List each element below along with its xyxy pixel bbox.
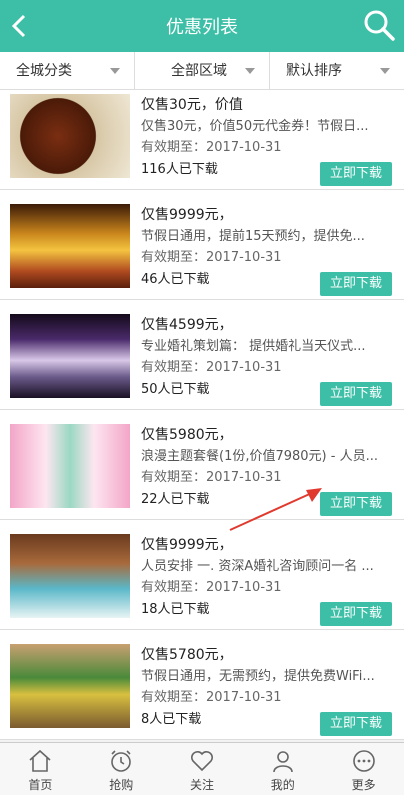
- bottom-tab-bar: 首页 抢购 关注 我的 更多: [0, 742, 404, 795]
- item-thumbnail: [10, 204, 130, 288]
- filter-bar: 全城分类 全部区域 默认排序: [0, 52, 404, 90]
- item-description: 专业婚礼策划篇： 提供婚礼当天仪式...: [141, 339, 366, 354]
- item-download-count: 46人已下载: [141, 272, 210, 287]
- filter-sort-label: 默认排序: [286, 63, 342, 79]
- item-expiry: 有效期至：2017-10-31: [141, 360, 282, 375]
- download-button[interactable]: 立即下载: [320, 162, 392, 186]
- item-description: 仅售30元，价值50元代金券！节假日...: [141, 119, 369, 134]
- download-button[interactable]: 立即下载: [320, 712, 392, 736]
- item-expiry: 有效期至：2017-10-31: [141, 690, 282, 705]
- user-icon: [272, 751, 293, 773]
- header-bar: 优惠列表: [0, 0, 404, 52]
- item-description: 节假日通用，无需预约，提供免费WiFi...: [141, 669, 375, 684]
- chevron-down-icon: [245, 68, 255, 74]
- list-item[interactable]: 仅售5780元， 节假日通用，无需预约，提供免费WiFi... 有效期至：201…: [0, 630, 404, 740]
- alarm-clock-icon: [111, 750, 131, 772]
- filter-area[interactable]: 全部区域: [135, 52, 270, 89]
- page-title: 优惠列表: [166, 17, 238, 38]
- list-item[interactable]: 仅售5980元， 浪漫主题套餐(1份,价值7980元) - 人员... 有效期至…: [0, 410, 404, 520]
- item-thumbnail: [10, 314, 130, 398]
- list-item[interactable]: 仅售9999元， 节假日通用，提前15天预约，提供免... 有效期至：2017-…: [0, 190, 404, 300]
- item-price-title: 仅售4599元，: [141, 317, 233, 333]
- item-price-title: 仅售9999元，: [141, 537, 233, 553]
- download-button[interactable]: 立即下载: [320, 492, 392, 516]
- chevron-down-icon: [110, 68, 120, 74]
- list-item[interactable]: 仅售9999元， 人员安排 一. 资深A婚礼咨询顾问一名 ... 有效期至：20…: [0, 520, 404, 630]
- tab-mine-label: 我的: [270, 778, 295, 792]
- tab-home[interactable]: 首页: [0, 743, 81, 795]
- download-button[interactable]: 立即下载: [320, 602, 392, 626]
- item-thumbnail: [10, 94, 130, 178]
- chevron-down-icon: [380, 68, 390, 74]
- item-price-title: 仅售30元，价值: [141, 97, 243, 113]
- download-button[interactable]: 立即下载: [320, 272, 392, 296]
- item-download-count: 50人已下载: [141, 382, 210, 397]
- item-expiry: 有效期至：2017-10-31: [141, 470, 282, 485]
- item-price-title: 仅售9999元，: [141, 207, 233, 223]
- tab-more-label: 更多: [351, 778, 376, 792]
- item-download-count: 116人已下载: [141, 162, 218, 177]
- filter-area-label: 全部区域: [171, 63, 227, 79]
- item-expiry: 有效期至：2017-10-31: [141, 250, 282, 265]
- item-download-count: 22人已下载: [141, 492, 210, 507]
- filter-category-label: 全城分类: [16, 63, 72, 79]
- item-price-title: 仅售5980元，: [141, 427, 233, 443]
- list-item[interactable]: 仅售30元，价值 仅售30元，价值50元代金券！节假日... 有效期至：2017…: [0, 90, 404, 190]
- item-download-count: 18人已下载: [141, 602, 210, 617]
- tab-mine[interactable]: 我的: [242, 743, 323, 795]
- item-expiry: 有效期至：2017-10-31: [141, 140, 282, 155]
- more-icon: [352, 750, 375, 772]
- item-thumbnail: [10, 644, 130, 728]
- tab-follow[interactable]: 关注: [162, 743, 243, 795]
- item-thumbnail: [10, 534, 130, 618]
- item-description: 节假日通用，提前15天预约，提供免...: [141, 229, 365, 244]
- item-description: 浪漫主题套餐(1份,价值7980元) - 人员...: [141, 449, 378, 464]
- item-expiry: 有效期至：2017-10-31: [141, 580, 282, 595]
- item-price-title: 仅售5780元，: [141, 647, 233, 663]
- filter-sort[interactable]: 默认排序: [270, 52, 404, 89]
- filter-category[interactable]: 全城分类: [0, 52, 135, 89]
- list-item[interactable]: 仅售4599元， 专业婚礼策划篇： 提供婚礼当天仪式... 有效期至：2017-…: [0, 300, 404, 410]
- heart-icon: [190, 751, 213, 772]
- tab-flash-sale-label: 抢购: [109, 778, 134, 792]
- home-icon: [29, 749, 51, 772]
- tab-flash-sale[interactable]: 抢购: [81, 743, 162, 795]
- tab-follow-label: 关注: [189, 778, 214, 792]
- tab-home-label: 首页: [28, 778, 53, 792]
- coupon-list[interactable]: 仅售30元，价值 仅售30元，价值50元代金券！节假日... 有效期至：2017…: [0, 90, 404, 742]
- item-description: 人员安排 一. 资深A婚礼咨询顾问一名 ...: [141, 559, 374, 574]
- item-thumbnail: [10, 424, 130, 508]
- item-download-count: 8人已下载: [141, 712, 202, 727]
- tab-more[interactable]: 更多: [323, 743, 404, 795]
- download-button[interactable]: 立即下载: [320, 382, 392, 406]
- search-icon[interactable]: [362, 8, 396, 42]
